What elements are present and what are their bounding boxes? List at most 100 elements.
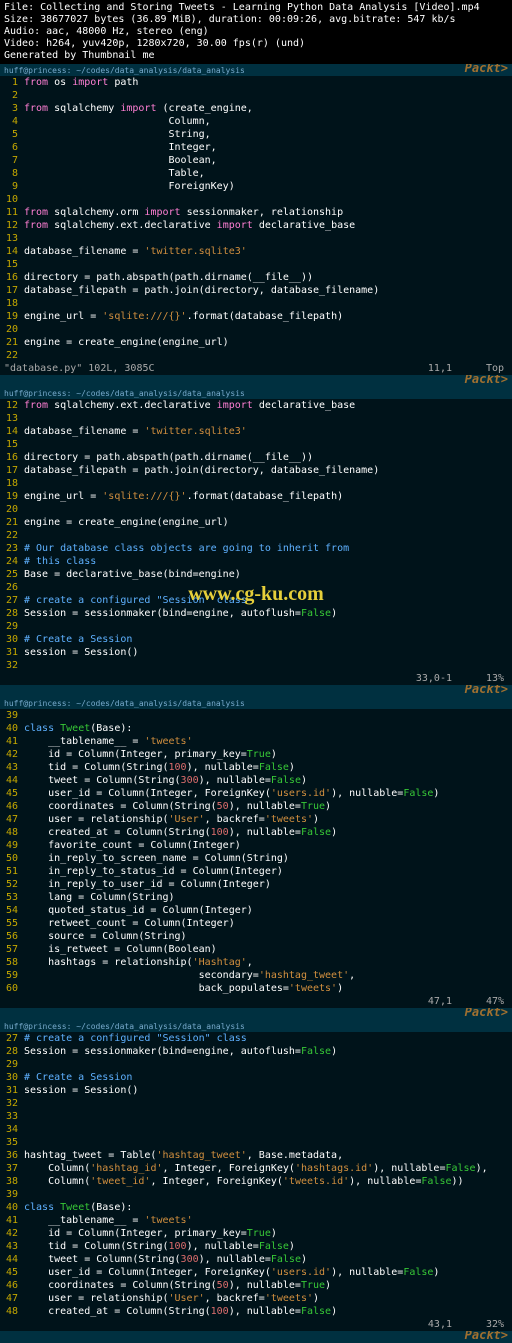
editor-pane-1[interactable]: 1from os import path23from sqlalchemy im…	[0, 76, 512, 362]
code-line[interactable]: 44 tweet = Column(String(300), nullable=…	[0, 1253, 512, 1266]
code-line[interactable]: 50 in_reply_to_screen_name = Column(Stri…	[0, 852, 512, 865]
code-line[interactable]: 51 in_reply_to_status_id = Column(Intege…	[0, 865, 512, 878]
code-line[interactable]: 20	[0, 323, 512, 336]
line-number: 34	[0, 1123, 24, 1136]
code-line[interactable]: 17database_filepath = path.join(director…	[0, 464, 512, 477]
token-id: source = Column(String)	[24, 931, 187, 942]
code-line[interactable]: 16directory = path.abspath(path.dirname(…	[0, 451, 512, 464]
editor-pane-3[interactable]: 3940class Tweet(Base):41 __tablename__ =…	[0, 709, 512, 995]
code-line[interactable]: 31session = Session()	[0, 1084, 512, 1097]
code-line[interactable]: 1from os import path	[0, 76, 512, 89]
code-line[interactable]: 53 lang = Column(String)	[0, 891, 512, 904]
code-line[interactable]: 49 favorite_count = Column(Integer)	[0, 839, 512, 852]
code-line[interactable]: 29	[0, 1058, 512, 1071]
code-line[interactable]: 40class Tweet(Base):	[0, 722, 512, 735]
code-line[interactable]: 54 quoted_status_id = Column(Integer)	[0, 904, 512, 917]
code-line[interactable]: 22	[0, 349, 512, 362]
token-kw: import	[144, 207, 180, 218]
code-line[interactable]: 19engine_url = 'sqlite:///{}'.format(dat…	[0, 310, 512, 323]
code-line[interactable]: 13	[0, 412, 512, 425]
code-line[interactable]: 46 coordinates = Column(String(50), null…	[0, 1279, 512, 1292]
code-line[interactable]: 48 created_at = Column(String(100), null…	[0, 826, 512, 839]
token-id: ), nullable=	[199, 1254, 271, 1265]
code-line[interactable]: 14database_filename = 'twitter.sqlite3'	[0, 425, 512, 438]
code-line[interactable]: 18	[0, 477, 512, 490]
code-line[interactable]: 21engine = create_engine(engine_url)	[0, 516, 512, 529]
code-line[interactable]: 18	[0, 297, 512, 310]
code-line[interactable]: 6 Integer,	[0, 141, 512, 154]
code-line[interactable]: 28Session = sessionmaker(bind=engine, au…	[0, 1045, 512, 1058]
code-line[interactable]: 16directory = path.abspath(path.dirname(…	[0, 271, 512, 284]
code-line[interactable]: 24# this class	[0, 555, 512, 568]
token-id: id = Column(Integer, primary_key=	[24, 1228, 247, 1239]
code-line[interactable]: 21engine = create_engine(engine_url)	[0, 336, 512, 349]
line-number: 43	[0, 1240, 24, 1253]
code-line[interactable]: 47 user = relationship('User', backref='…	[0, 1292, 512, 1305]
code-line[interactable]: 41 __tablename__ = 'tweets'	[0, 735, 512, 748]
code-line[interactable]: 20	[0, 503, 512, 516]
code-line[interactable]: 3from sqlalchemy import (create_engine,	[0, 102, 512, 115]
code-line[interactable]: 45 user_id = Column(Integer, ForeignKey(…	[0, 787, 512, 800]
code-line[interactable]: 26	[0, 581, 512, 594]
token-id: (Base):	[90, 1202, 132, 1213]
code-line[interactable]: 57 is_retweet = Column(Boolean)	[0, 943, 512, 956]
code-line[interactable]: 12from sqlalchemy.ext.declarative import…	[0, 219, 512, 232]
code-line[interactable]: 47 user = relationship('User', backref='…	[0, 813, 512, 826]
code-line[interactable]: 39	[0, 1188, 512, 1201]
code-line[interactable]: 33	[0, 1110, 512, 1123]
code-line[interactable]: 43 tid = Column(String(100), nullable=Fa…	[0, 761, 512, 774]
code-line[interactable]: 42 id = Column(Integer, primary_key=True…	[0, 1227, 512, 1240]
line-number: 9	[0, 180, 24, 193]
code-line[interactable]: 45 user_id = Column(Integer, ForeignKey(…	[0, 1266, 512, 1279]
code-line[interactable]: 30# Create a Session	[0, 1071, 512, 1084]
code-line[interactable]: 60 back_populates='tweets')	[0, 982, 512, 995]
code-line[interactable]: 25Base = declarative_base(bind=engine)	[0, 568, 512, 581]
code-line[interactable]: 27# create a configured "Session" class	[0, 594, 512, 607]
code-line[interactable]: 39	[0, 709, 512, 722]
code-line[interactable]: 8 Table,	[0, 167, 512, 180]
code-line[interactable]: 22	[0, 529, 512, 542]
code-line[interactable]: 36hashtag_tweet = Table('hashtag_tweet',…	[0, 1149, 512, 1162]
code-line[interactable]: 19engine_url = 'sqlite:///{}'.format(dat…	[0, 490, 512, 503]
code-line[interactable]: 27# create a configured "Session" class	[0, 1032, 512, 1045]
code-line[interactable]: 11from sqlalchemy.orm import sessionmake…	[0, 206, 512, 219]
editor-pane-4[interactable]: 27# create a configured "Session" class2…	[0, 1032, 512, 1318]
code-line[interactable]: 43 tid = Column(String(100), nullable=Fa…	[0, 1240, 512, 1253]
code-line[interactable]: 37 Column('hashtag_id', Integer, Foreign…	[0, 1162, 512, 1175]
code-line[interactable]: 35	[0, 1136, 512, 1149]
code-line[interactable]: 44 tweet = Column(String(300), nullable=…	[0, 774, 512, 787]
code-line[interactable]: 58 hashtags = relationship('Hashtag',	[0, 956, 512, 969]
code-line[interactable]: 12from sqlalchemy.ext.declarative import…	[0, 399, 512, 412]
code-line[interactable]: 10	[0, 193, 512, 206]
code-line[interactable]: 40class Tweet(Base):	[0, 1201, 512, 1214]
code-line[interactable]: 29	[0, 620, 512, 633]
code-line[interactable]: 42 id = Column(Integer, primary_key=True…	[0, 748, 512, 761]
code-line[interactable]: 28Session = sessionmaker(bind=engine, au…	[0, 607, 512, 620]
code-line[interactable]: 23# Our database class objects are going…	[0, 542, 512, 555]
code-line[interactable]: 32	[0, 1097, 512, 1110]
code-line[interactable]: 14database_filename = 'twitter.sqlite3'	[0, 245, 512, 258]
code-line[interactable]: 17database_filepath = path.join(director…	[0, 284, 512, 297]
code-line[interactable]: 34	[0, 1123, 512, 1136]
code-line[interactable]: 15	[0, 438, 512, 451]
code-line[interactable]: 56 source = Column(String)	[0, 930, 512, 943]
editor-pane-2[interactable]: 12from sqlalchemy.ext.declarative import…	[0, 399, 512, 672]
code-line[interactable]: 31session = Session()	[0, 646, 512, 659]
code-line[interactable]: 32	[0, 659, 512, 672]
code-line[interactable]: 52 in_reply_to_user_id = Column(Integer)	[0, 878, 512, 891]
code-line[interactable]: 2	[0, 89, 512, 102]
code-line[interactable]: 13	[0, 232, 512, 245]
code-line[interactable]: 55 retweet_count = Column(Integer)	[0, 917, 512, 930]
code-line[interactable]: 46 coordinates = Column(String(50), null…	[0, 800, 512, 813]
token-str: 'User'	[169, 814, 205, 825]
code-line[interactable]: 4 Column,	[0, 115, 512, 128]
code-line[interactable]: 41 __tablename__ = 'tweets'	[0, 1214, 512, 1227]
code-line[interactable]: 59 secondary='hashtag_tweet',	[0, 969, 512, 982]
code-line[interactable]: 30# Create a Session	[0, 633, 512, 646]
code-line[interactable]: 9 ForeignKey)	[0, 180, 512, 193]
code-line[interactable]: 15	[0, 258, 512, 271]
code-line[interactable]: 38 Column('tweet_id', Integer, ForeignKe…	[0, 1175, 512, 1188]
code-line[interactable]: 48 created_at = Column(String(100), null…	[0, 1305, 512, 1318]
code-line[interactable]: 5 String,	[0, 128, 512, 141]
code-line[interactable]: 7 Boolean,	[0, 154, 512, 167]
